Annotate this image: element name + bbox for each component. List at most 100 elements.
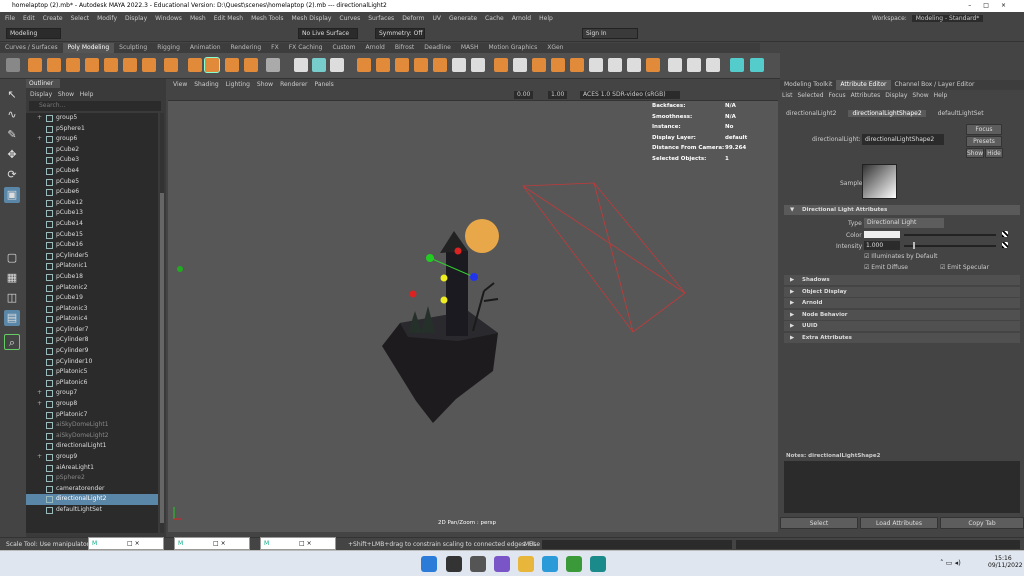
ae-menu-item[interactable]: List [782, 92, 793, 99]
combine-icon[interactable] [266, 58, 280, 72]
ae-menu-item[interactable]: Attributes [851, 92, 881, 99]
edge-icon[interactable] [542, 556, 558, 572]
uv-editor-icon[interactable] [589, 58, 603, 72]
menu-windows[interactable]: Windows [155, 15, 182, 22]
outliner-item[interactable]: pCube2 [26, 145, 158, 156]
shelf-tab-motion-graphics[interactable]: Motion Graphics [483, 43, 542, 53]
expand-icon[interactable]: + [37, 113, 42, 124]
expand-icon[interactable]: + [37, 399, 42, 410]
ae-menu-item[interactable]: Help [934, 92, 948, 99]
outliner-item[interactable]: directionalLight2 [26, 494, 158, 505]
outliner-item[interactable]: pPlatonic2 [26, 283, 158, 294]
outliner-item[interactable]: pPlatonic5 [26, 367, 158, 378]
poly-sphere-icon[interactable] [28, 58, 42, 72]
menu-surfaces[interactable]: Surfaces [368, 15, 394, 22]
emit-diffuse-checkbox[interactable]: ☑ Emit Diffuse [864, 264, 908, 271]
poly-platonic-icon[interactable] [164, 58, 178, 72]
uv-auto-icon[interactable] [513, 58, 527, 72]
menu-modify[interactable]: Modify [97, 15, 117, 22]
menu-deform[interactable]: Deform [402, 15, 424, 22]
outliner-item[interactable]: cameratorender [26, 484, 158, 495]
poly-cylinder-icon[interactable] [66, 58, 80, 72]
menu-arnold[interactable]: Arnold [512, 15, 531, 22]
show-button[interactable]: Show [966, 148, 984, 158]
outliner-item[interactable]: aiSkyDomeLight1 [26, 420, 158, 431]
outliner-item[interactable]: pCylinder10 [26, 357, 158, 368]
ae-node-tab[interactable]: directionalLightShape2 [848, 110, 926, 117]
outliner-item[interactable]: pPlatonic1 [26, 261, 158, 272]
single-view-icon[interactable]: ▢ [4, 250, 20, 266]
menu-mesh[interactable]: Mesh [190, 15, 206, 22]
shelf-settings-icon[interactable] [6, 58, 20, 72]
symmetry-dropdown[interactable]: Symmetry: Off [375, 28, 425, 39]
outliner-item[interactable]: pPlatonic3 [26, 304, 158, 315]
ae-node-tab[interactable]: directionalLight2 [782, 110, 840, 117]
poly-torus-icon[interactable] [104, 58, 118, 72]
hide-button[interactable]: Hide [985, 148, 1003, 158]
colorspace-dropdown[interactable]: ACES 1.0 SDR-video (sRGB) [580, 91, 680, 99]
outliner-item[interactable]: pCube5 [26, 177, 158, 188]
shelf-tab-fx[interactable]: FX [266, 43, 284, 53]
gamma-field[interactable]: 1.00 [548, 91, 568, 99]
outliner-item[interactable]: pCube3 [26, 155, 158, 166]
live-surface-field[interactable]: No Live Surface [298, 28, 358, 39]
ae-menu-item[interactable]: Selected [798, 92, 824, 99]
color-slider[interactable] [904, 234, 996, 236]
outliner-item[interactable]: aiSkyDomeLight2 [26, 431, 158, 442]
target-weld-icon[interactable] [471, 58, 485, 72]
color-map-icon[interactable] [1002, 231, 1008, 237]
workspace-selector[interactable]: Workspace: Modeling - Standard* [872, 12, 984, 25]
outliner-item[interactable]: directionalLight1 [26, 441, 158, 452]
outliner-item[interactable]: pCube19 [26, 293, 158, 304]
shelf-tab-deadline[interactable]: Deadline [419, 43, 456, 53]
shelf-tab-animation[interactable]: Animation [185, 43, 226, 53]
section-extra-attributes[interactable]: ▶ Extra Attributes [784, 333, 1020, 343]
expand-icon[interactable]: + [37, 388, 42, 399]
outliner-scroll-thumb[interactable] [160, 193, 164, 523]
maya-taskbar-icon[interactable] [590, 556, 606, 572]
ae-panel-tab[interactable]: Attribute Editor [836, 80, 891, 90]
intensity-field[interactable]: 1.000 [864, 241, 900, 250]
taskbar-thumbnail-3[interactable]: M □ × [260, 537, 336, 550]
workspace-value[interactable]: Modeling - Standard* [911, 15, 984, 22]
taskbar-thumbnail-2[interactable]: M □ × [174, 537, 250, 550]
shelf-tab-sculpting[interactable]: Sculpting [114, 43, 152, 53]
outliner-item[interactable]: + group6 [26, 134, 158, 145]
outliner-item[interactable]: pCube14 [26, 219, 158, 230]
exposure-field[interactable]: 0.00 [514, 91, 534, 99]
section-object-display[interactable]: ▶ Object Display [784, 286, 1020, 297]
shelf-tab-custom[interactable]: Custom [327, 43, 360, 53]
window-controls[interactable]: –□× [968, 0, 1018, 12]
menu-select[interactable]: Select [71, 15, 90, 22]
intensity-map-icon[interactable] [1002, 242, 1008, 248]
viewport-menu-show[interactable]: Show [257, 81, 273, 88]
shelf-tab-rigging[interactable]: Rigging [152, 43, 185, 53]
intensity-slider-handle[interactable] [913, 242, 915, 249]
outliner-item[interactable]: pCylinder5 [26, 251, 158, 262]
shelf-tab-arnold[interactable]: Arnold [360, 43, 389, 53]
copy-tab-button[interactable]: Copy Tab [940, 517, 1024, 529]
viewport-menu-shading[interactable]: Shading [194, 81, 218, 88]
taskbar-thumbnail-1[interactable]: M □ × [88, 537, 164, 550]
sign-in-button[interactable]: Sign In [582, 28, 638, 39]
sculpt-icon[interactable] [730, 58, 744, 72]
shelf-tab-poly-modeling[interactable]: Poly Modeling [62, 43, 115, 53]
menu-edit[interactable]: Edit [23, 15, 35, 22]
append-icon[interactable] [414, 58, 428, 72]
start-icon[interactable] [421, 556, 437, 572]
load-attributes-button[interactable]: Load Attributes [860, 517, 938, 529]
outliner-item[interactable]: + group7 [26, 388, 158, 399]
poly-cube-icon[interactable] [47, 58, 61, 72]
uv-planar-icon[interactable] [494, 58, 508, 72]
shelf-tab-mash[interactable]: MASH [456, 43, 484, 53]
menu-mesh-display[interactable]: Mesh Display [292, 15, 332, 22]
uv-cut-icon[interactable] [646, 58, 660, 72]
poly-plane-icon[interactable] [123, 58, 137, 72]
outliner-menu-display[interactable]: Display [30, 91, 52, 98]
outliner-item[interactable]: pSphere2 [26, 473, 158, 484]
lasso-tool-icon[interactable]: ∿ [4, 107, 20, 123]
node-name-field[interactable]: directionalLightShape2 [862, 134, 944, 145]
outliner-item[interactable]: pSphere1 [26, 124, 158, 135]
smooth-icon[interactable] [312, 58, 326, 72]
pen-icon[interactable] [668, 58, 682, 72]
